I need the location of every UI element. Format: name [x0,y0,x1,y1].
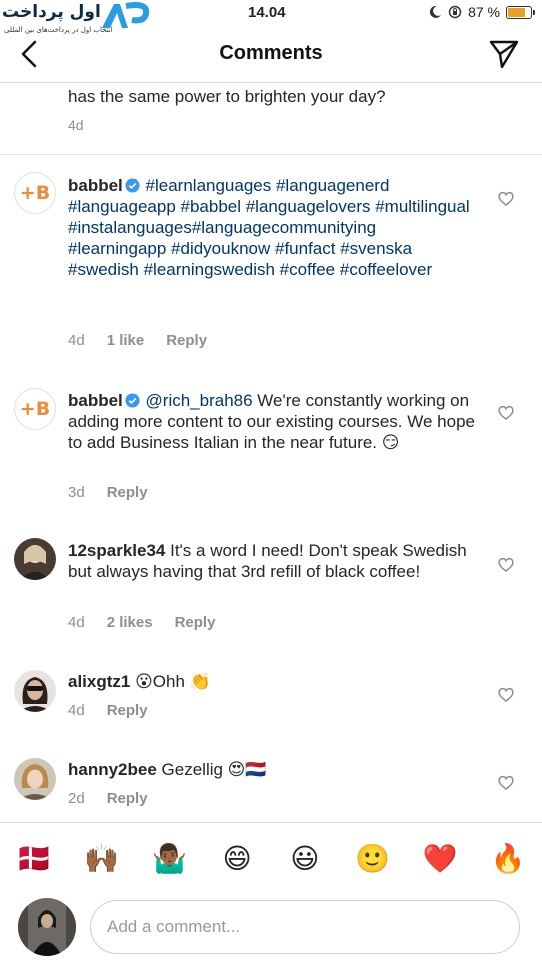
reply-button[interactable]: Reply [107,702,148,719]
user-avatar[interactable] [14,670,56,712]
comment-meta: 3d Reply [68,484,148,501]
status-bar: اول پرداخت انتخاب اول در پرداخت‌های بین … [0,0,542,34]
avatar-photo [14,758,56,800]
orientation-lock-icon [448,5,462,19]
quick-emoji-bar: 🇩🇰 🙌🏾 🤷🏾‍♂️ 😄 😃 🙂 ❤️ 🔥 [0,822,542,894]
babbel-avatar[interactable]: +B [14,388,56,430]
reply-button[interactable]: Reply [175,614,216,631]
comment-body: babbel @rich_brah86 We're constantly wor… [68,390,478,453]
emoji-grinning-eyes[interactable]: 😄 [217,842,257,875]
user-avatar[interactable] [14,538,56,580]
like-heart-icon[interactable] [498,775,514,790]
comment-time: 2d [68,790,85,807]
cut-comment-text: has the same power to brighten your day? [68,87,386,106]
comment-body: babbel #learnlanguages #languagenerd #la… [68,175,478,280]
avatar-photo [14,538,56,580]
moon-icon [429,5,442,18]
like-heart-icon[interactable] [498,191,514,206]
status-right: 87 % [428,4,535,20]
comment-username[interactable]: babbel [68,391,123,410]
comment-body: hanny2bee Gezellig 😍🇳🇱 [68,759,478,780]
user-avatar[interactable] [14,758,56,800]
cut-comment-time: 4d [68,117,84,133]
comment-username[interactable]: 12sparkle34 [68,541,165,560]
comment-meta: 2d Reply [68,790,148,807]
mention-link[interactable]: @rich_brah86 [146,391,253,410]
emoji-denmark-flag[interactable]: 🇩🇰 [14,842,54,875]
comment-composer [0,896,542,960]
like-heart-icon[interactable] [498,405,514,420]
comment-text: Gezellig 😍🇳🇱 [156,760,267,779]
emoji-fire[interactable]: 🔥 [488,842,528,875]
comment-username[interactable]: hanny2bee [68,760,157,779]
watermark-text: اول پرداخت [2,2,101,22]
comment-time: 4d [68,332,85,349]
avatar-photo [14,670,56,712]
avatar-photo [18,898,76,956]
comment-input[interactable] [90,900,520,954]
comment-text: 😮Ohh 👏 [130,672,211,691]
emoji-grinning[interactable]: 😃 [285,842,325,875]
comment-meta: 4d 1 like Reply [68,332,207,349]
page-title: Comments [219,42,323,64]
reply-button[interactable]: Reply [107,484,148,501]
babbel-avatar[interactable]: +B [14,172,56,214]
watermark-ap-icon [102,2,150,28]
share-direct-icon[interactable] [488,38,520,70]
verified-badge-icon [125,393,140,408]
reply-button[interactable]: Reply [166,332,207,349]
comment-likes[interactable]: 2 likes [107,614,153,631]
like-heart-icon[interactable] [498,557,514,572]
battery-fill [508,7,525,17]
battery-percent: 87 % [468,4,500,20]
emoji-raising-hands[interactable]: 🙌🏾 [82,842,122,875]
comment-username[interactable]: babbel [68,176,123,195]
emoji-red-heart[interactable]: ❤️ [420,842,460,875]
comments-header: Comments [0,30,542,83]
comment-meta: 4d Reply [68,702,148,719]
caption-divider [0,154,542,155]
comment-username[interactable]: alixgtz1 [68,672,130,691]
comment-body: 12sparkle34 It's a word I need! Don't sp… [68,540,478,582]
emoji-shrug[interactable]: 🤷🏾‍♂️ [149,842,189,875]
comment-body: alixgtz1 😮Ohh 👏 [68,671,478,692]
babbel-logo-icon: +B [19,182,51,204]
comment-time: 3d [68,484,85,501]
current-user-avatar [18,898,76,956]
babbel-logo-icon: +B [19,398,51,420]
comment-meta: 4d 2 likes Reply [68,614,215,631]
like-heart-icon[interactable] [498,687,514,702]
status-time: 14.04 [248,4,286,21]
verified-badge-icon [125,178,140,193]
comment-likes[interactable]: 1 like [107,332,145,349]
comment-time: 4d [68,702,85,719]
battery-icon [506,5,535,19]
comment-time: 4d [68,614,85,631]
reply-button[interactable]: Reply [107,790,148,807]
emoji-slight-smile[interactable]: 🙂 [353,842,393,875]
